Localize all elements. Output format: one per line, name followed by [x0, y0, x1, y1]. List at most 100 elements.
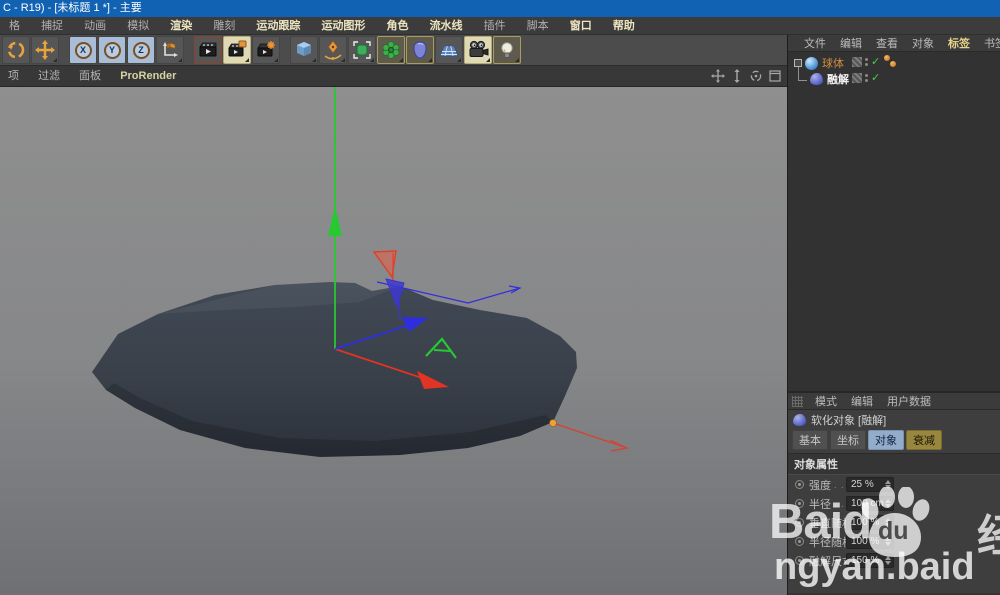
right-panel: 文件 编辑 查看 对象 标签 书签 球体 ✓ 融解 ✓ [787, 35, 1000, 595]
om-menu-view[interactable]: 查看 [869, 35, 905, 51]
menu-motion-tracker[interactable]: 运动跟踪 [247, 17, 309, 35]
move-tool-icon[interactable] [31, 36, 59, 64]
om-menu-objects[interactable]: 对象 [905, 35, 941, 51]
spinner-icon[interactable] [885, 537, 891, 546]
menu-pipeline[interactable]: 流水线 [421, 17, 472, 35]
spinner-icon[interactable] [885, 556, 891, 565]
light-icon[interactable] [493, 36, 521, 64]
y-axis-lock-button[interactable]: Y [98, 36, 126, 64]
attribute-tabs: 基本 坐标 对象 衰减 [788, 429, 1000, 453]
object-manager-menubar: 文件 编辑 查看 对象 标签 书签 [788, 35, 1000, 52]
tab-coordinates[interactable]: 坐标 [830, 430, 866, 450]
render-settings-icon[interactable] [252, 36, 280, 64]
spinner-icon[interactable] [885, 518, 891, 527]
am-menu-edit[interactable]: 编辑 [844, 393, 880, 409]
property-label: 半径 [809, 496, 831, 512]
attribute-manager-menubar: 模式 编辑 用户数据 [788, 393, 1000, 410]
panel-drag-handle-icon[interactable] [792, 396, 803, 407]
tree-connector [798, 67, 807, 81]
om-menu-bookmarks[interactable]: 书签 [977, 35, 1000, 51]
keyframe-circle-icon[interactable] [795, 537, 804, 546]
menu-sculpt[interactable]: 雕刻 [204, 17, 244, 35]
keyframe-circle-icon[interactable] [795, 518, 804, 527]
render-view-icon[interactable] [194, 36, 222, 64]
menu-render[interactable]: 渲染 [161, 17, 201, 35]
object-name-melt[interactable]: 融解 [827, 71, 849, 87]
viewport-pan-icon[interactable] [711, 69, 725, 83]
object-row-sphere[interactable]: 球体 ✓ [788, 55, 1000, 71]
viewport-menu-panel[interactable]: 面板 [71, 66, 109, 87]
menu-help[interactable]: 帮助 [604, 17, 644, 35]
menu-simulate[interactable]: 模拟 [118, 17, 158, 35]
floor-environment-icon[interactable] [435, 36, 463, 64]
spline-pen-icon[interactable] [319, 36, 347, 64]
radius-handle-dot[interactable] [550, 420, 557, 427]
viewport-menu-filter[interactable]: 过滤 [30, 66, 68, 87]
menu-snap[interactable]: 捕捉 [32, 17, 72, 35]
add-cube-primitive-icon[interactable] [290, 36, 318, 64]
z-axis-lock-button[interactable]: Z [127, 36, 155, 64]
viewport-menu-options[interactable]: 项 [0, 66, 27, 87]
om-menu-tags[interactable]: 标签 [941, 35, 977, 51]
menu-mograph[interactable]: 运动图形 [312, 17, 374, 35]
viewport-rotate-icon[interactable] [749, 69, 763, 83]
menu-window[interactable]: 窗口 [561, 17, 601, 35]
layer-swatch-icon[interactable] [852, 57, 862, 67]
melted-size-input[interactable]: 150 % [846, 553, 894, 568]
property-row-melted-size: 融解尺寸 . . . 150 % [788, 551, 1000, 570]
tab-object[interactable]: 对象 [868, 430, 904, 450]
expand-toggle-icon[interactable] [794, 59, 802, 67]
deformers-icon[interactable] [406, 36, 434, 64]
viewport-menu-prorender[interactable]: ProRender [112, 66, 184, 87]
object-name-sphere[interactable]: 球体 [822, 55, 844, 71]
section-header-object-properties[interactable]: 对象属性 [788, 453, 1000, 475]
strength-input[interactable]: 25 % [846, 477, 894, 492]
spinner-icon[interactable] [885, 499, 891, 508]
vertical-randomness-input[interactable]: 100 % [846, 515, 894, 530]
property-row-vertical-randomness: 垂直随机 . . . 100 % [788, 513, 1000, 532]
visibility-dots-icon[interactable] [865, 74, 868, 82]
z-axis-label: Z [133, 42, 150, 59]
tab-basic[interactable]: 基本 [792, 430, 828, 450]
object-tags-icon[interactable] [884, 55, 898, 69]
am-menu-userdata[interactable]: 用户数据 [880, 393, 938, 409]
keyframe-circle-icon[interactable] [795, 499, 804, 508]
tab-falloff[interactable]: 衰减 [906, 430, 942, 450]
coordinate-system-icon[interactable] [156, 36, 184, 64]
enabled-check-icon[interactable]: ✓ [871, 73, 880, 83]
melt-deformer-icon[interactable] [810, 73, 823, 85]
enabled-check-icon[interactable]: ✓ [871, 57, 880, 67]
viewport-zoom-icon[interactable] [730, 69, 744, 83]
radial-randomness-input[interactable]: 100 % [846, 534, 894, 549]
keyframe-circle-icon[interactable] [795, 480, 804, 489]
radius-handle-line [556, 424, 627, 448]
menu-character[interactable]: 角色 [378, 17, 418, 35]
visibility-dots-icon[interactable] [865, 58, 868, 66]
camera-icon[interactable] [464, 36, 492, 64]
menu-script[interactable]: 脚本 [518, 17, 558, 35]
subdivision-surface-icon[interactable] [348, 36, 376, 64]
render-picture-viewer-icon[interactable] [223, 36, 251, 64]
object-row-melt[interactable]: 融解 ✓ [788, 71, 1000, 87]
menu-plugins[interactable]: 插件 [475, 17, 515, 35]
menu-animate[interactable]: 动画 [75, 17, 115, 35]
y-axis-arrowhead[interactable] [328, 206, 342, 236]
3d-viewport[interactable] [0, 87, 788, 595]
layer-swatch-icon[interactable] [852, 73, 862, 83]
spinner-icon[interactable] [885, 480, 891, 489]
y-axis-label: Y [104, 42, 121, 59]
menu-mesh[interactable]: 格 [0, 17, 29, 35]
main-toolbar: X Y Z [0, 35, 788, 66]
generators-icon[interactable] [377, 36, 405, 64]
melt-deformer-icon [793, 414, 806, 426]
om-menu-file[interactable]: 文件 [797, 35, 833, 51]
rotate-tool-icon[interactable] [2, 36, 30, 64]
om-menu-edit[interactable]: 编辑 [833, 35, 869, 51]
keyframe-circle-icon[interactable] [795, 556, 804, 565]
viewport-maximize-icon[interactable] [768, 69, 782, 83]
attribute-manager: 软化对象 [融解] 基本 坐标 对象 衰减 对象属性 强度 . . . 25 %… [788, 410, 1000, 593]
am-menu-mode[interactable]: 模式 [808, 393, 844, 409]
radius-input[interactable]: 100 cm [846, 496, 894, 511]
property-row-radial-randomness: 半径随机 . . . 100 % [788, 532, 1000, 551]
x-axis-lock-button[interactable]: X [69, 36, 97, 64]
